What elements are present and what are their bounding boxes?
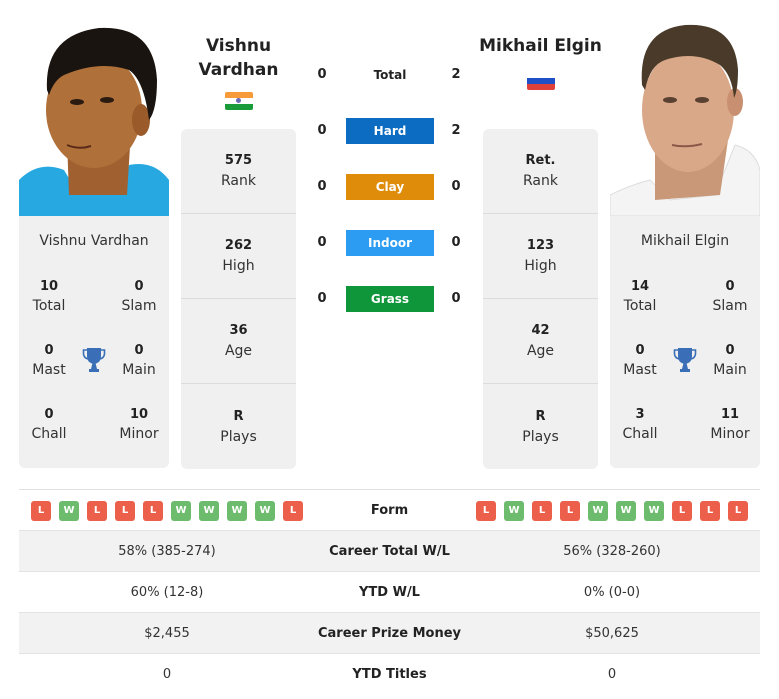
ytd-wl-label: YTD W/L [359, 585, 420, 600]
right-profile-name: Mikhail Elgin [640, 233, 730, 249]
right-stat-plays: R Plays [522, 408, 559, 445]
india-flag-icon [225, 92, 253, 110]
russia-flag-icon [527, 72, 555, 90]
h2h-hard-left: 0 [317, 123, 327, 138]
trophy-icon [673, 347, 697, 373]
form-win-badge[interactable]: W [59, 501, 79, 521]
right-titles-slam: 0 Slam [712, 279, 748, 314]
left-titles-total: 10 Total [32, 279, 66, 314]
left-stat-rank: 575 Rank [181, 129, 296, 214]
h2h-grass-left: 0 [317, 291, 327, 306]
comparison-table: LWLLLWWWWL Form LWLLWWWLLL 58% (385-274)… [19, 489, 760, 695]
left-player-name[interactable]: Vishnu Vardhan [181, 34, 296, 82]
player-photo-icon [610, 20, 760, 216]
right-titles-total: 14 Total [623, 279, 657, 314]
h2h-indoor-row: 0 Indoor 0 [310, 230, 470, 256]
prize-money-label: Career Prize Money [317, 626, 461, 641]
h2h-total-right: 2 [451, 67, 461, 82]
left-profile-name: Vishnu Vardhan [39, 233, 149, 249]
h2h-hard-right: 2 [451, 123, 461, 138]
h2h-clay-row: 0 Clay 0 [310, 174, 470, 200]
h2h-hard-row: 0 Hard 2 [310, 118, 470, 144]
right-stats-card: Ret. Rank 123 High 42 Age R Plays [483, 129, 598, 469]
left-career-wl: 58% (385-274) [118, 544, 216, 559]
right-titles-main: 0 Main [713, 343, 747, 378]
table-row-ytd-wl: 60% (12-8) YTD W/L 0% (0-0) [19, 572, 760, 613]
form-win-badge[interactable]: W [255, 501, 275, 521]
form-win-badge[interactable]: W [644, 501, 664, 521]
h2h-total-left: 0 [317, 67, 327, 82]
form-win-badge[interactable]: W [171, 501, 191, 521]
right-player-name[interactable]: Mikhail Elgin [478, 34, 603, 58]
form-loss-badge[interactable]: L [283, 501, 303, 521]
right-titles-minor: 11 Minor [710, 407, 750, 442]
h2h-clay-right: 0 [451, 179, 461, 194]
left-stats-card: 575 Rank 262 High 36 Age R Plays [181, 129, 296, 469]
right-stat-age: 42 Age [483, 299, 598, 384]
form-win-badge[interactable]: W [588, 501, 608, 521]
form-loss-badge[interactable]: L [728, 501, 748, 521]
form-loss-badge[interactable]: L [532, 501, 552, 521]
ytd-titles-label: YTD Titles [352, 667, 427, 682]
left-titles-slam: 0 Slam [121, 279, 157, 314]
surface-clay-badge[interactable]: Clay [346, 174, 434, 200]
right-stat-high: 123 High [483, 214, 598, 299]
form-win-badge[interactable]: W [504, 501, 524, 521]
right-prize-money: $50,625 [585, 626, 639, 641]
h2h-grass-right: 0 [451, 291, 461, 306]
form-loss-badge[interactable]: L [115, 501, 135, 521]
left-stat-plays: R Plays [220, 408, 257, 445]
form-win-badge[interactable]: W [199, 501, 219, 521]
form-loss-badge[interactable]: L [672, 501, 692, 521]
right-profile-card: Mikhail Elgin 14 Total 0 Slam 0 Mast 0 M… [610, 216, 760, 468]
h2h-indoor-right: 0 [451, 235, 461, 250]
form-loss-badge[interactable]: L [87, 501, 107, 521]
form-loss-badge[interactable]: L [560, 501, 580, 521]
left-titles-chall: 0 Chall [31, 407, 67, 442]
surface-total-label: Total [373, 68, 407, 82]
table-row-career-wl: 58% (385-274) Career Total W/L 56% (328-… [19, 531, 760, 572]
trophy-icon [82, 347, 106, 373]
form-label: Form [370, 503, 409, 518]
left-titles-main: 0 Main [122, 343, 156, 378]
h2h-grass-row: 0 Grass 0 [310, 286, 470, 312]
surface-indoor-badge[interactable]: Indoor [346, 230, 434, 256]
form-loss-badge[interactable]: L [31, 501, 51, 521]
form-row: LWLLLWWWWL Form LWLLWWWLLL [19, 490, 760, 531]
right-form-badges: LWLLWWWLLL [476, 501, 748, 521]
h2h-clay-left: 0 [317, 179, 327, 194]
left-player-photo [19, 20, 169, 216]
left-titles-minor: 10 Minor [119, 407, 159, 442]
form-win-badge[interactable]: W [227, 501, 247, 521]
left-ytd-titles: 0 [162, 667, 172, 682]
player-photo-icon [19, 20, 169, 216]
right-ytd-titles: 0 [607, 667, 617, 682]
form-loss-badge[interactable]: L [143, 501, 163, 521]
form-win-badge[interactable]: W [616, 501, 636, 521]
right-ytd-wl: 0% (0-0) [583, 585, 641, 600]
right-stat-rank: Ret. Rank [483, 129, 598, 214]
surface-hard-badge[interactable]: Hard [346, 118, 434, 144]
right-titles-mast: 0 Mast [623, 343, 657, 378]
left-stat-high: 262 High [181, 214, 296, 299]
left-profile-card: Vishnu Vardhan 10 Total 0 Slam 0 Mast 0 … [19, 216, 169, 468]
surface-grass-badge[interactable]: Grass [346, 286, 434, 312]
right-career-wl: 56% (328-260) [563, 544, 661, 559]
left-stat-age: 36 Age [181, 299, 296, 384]
right-titles-chall: 3 Chall [622, 407, 658, 442]
career-wl-label: Career Total W/L [329, 544, 450, 559]
table-row-prize-money: $2,455 Career Prize Money $50,625 [19, 613, 760, 654]
form-loss-badge[interactable]: L [476, 501, 496, 521]
h2h-indoor-left: 0 [317, 235, 327, 250]
table-row-ytd-titles: 0 YTD Titles 0 [19, 654, 760, 695]
form-loss-badge[interactable]: L [700, 501, 720, 521]
h2h-total-row: 0 Total 2 [310, 62, 470, 88]
left-titles-mast: 0 Mast [32, 343, 66, 378]
left-form-badges: LWLLLWWWWL [31, 501, 303, 521]
left-prize-money: $2,455 [144, 626, 190, 641]
left-ytd-wl: 60% (12-8) [130, 585, 204, 600]
right-player-photo [610, 20, 760, 216]
